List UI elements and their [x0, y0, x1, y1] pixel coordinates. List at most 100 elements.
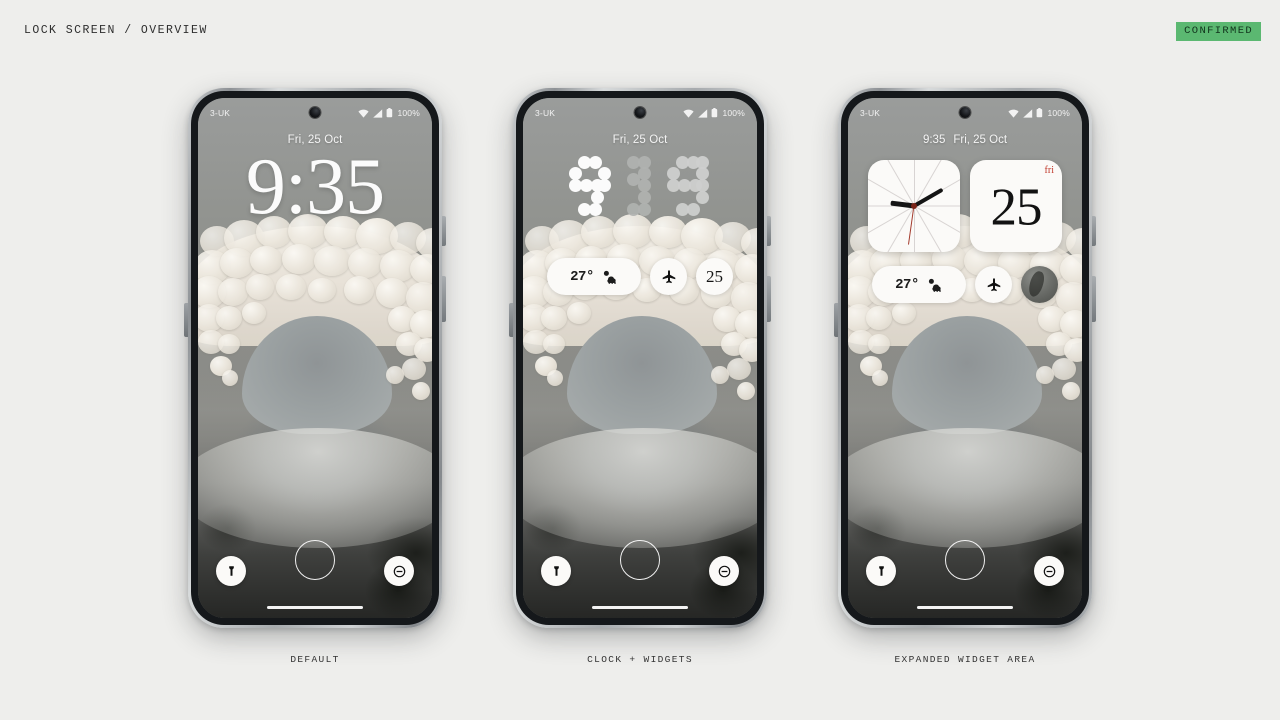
home-indicator[interactable] — [592, 605, 688, 609]
unlock-ring[interactable] — [945, 540, 985, 580]
airplane-mode-widget[interactable] — [975, 266, 1012, 303]
flashlight-button[interactable] — [216, 556, 246, 586]
wifi-icon — [358, 109, 370, 118]
do-not-disturb-icon — [393, 565, 405, 577]
ice-blob — [1062, 382, 1080, 400]
weather-temperature: 27° — [895, 276, 919, 293]
battery-icon — [712, 108, 718, 118]
ice-blob — [376, 278, 408, 308]
ice-blob — [541, 306, 567, 330]
signal-icon — [698, 108, 708, 118]
side-button-left[interactable] — [509, 303, 513, 337]
flashlight-button[interactable] — [541, 556, 571, 586]
unlock-ring[interactable] — [620, 540, 660, 580]
phone-bezel: 3-UK 100% Fri, 25 Oct 9:35 — [191, 91, 439, 625]
ice-blob — [1052, 358, 1076, 380]
airplane-mode-widget[interactable] — [650, 258, 687, 295]
phone-frame: 3-UK 100% Fri, 25 Oct 27° 25 — [509, 88, 771, 628]
widget-row: 27° — [848, 266, 1082, 303]
carrier-label: 3-UK — [860, 108, 881, 118]
lock-bottom-controls — [523, 526, 757, 618]
analog-clock-widget[interactable] — [868, 160, 960, 252]
signal-icon — [373, 108, 383, 118]
carrier-label: 3-UK — [210, 108, 231, 118]
ice-blob — [547, 370, 563, 386]
ice-blob — [308, 278, 336, 302]
ice-blob — [567, 302, 591, 324]
clock-time: 9:35 — [245, 143, 385, 231]
weather-widget[interactable]: 27° — [872, 266, 966, 303]
lock-clock-zone: 9:35 Fri, 25 Oct — [848, 134, 1082, 146]
calendar-weekday: fri — [1044, 165, 1054, 176]
phone-screen[interactable]: 3-UK 100% 9:35 Fri, 25 Oct fri 25 27° — [848, 98, 1082, 618]
status-icons: 100% — [358, 108, 420, 118]
home-indicator[interactable] — [917, 605, 1013, 609]
lock-clock-zone: Fri, 25 Oct 9:35 — [198, 134, 432, 231]
phone-frame: 3-UK 100% Fri, 25 Oct 9:35 — [184, 88, 446, 628]
device-caption: DEFAULT — [290, 654, 340, 665]
ice-blob — [276, 274, 306, 300]
battery-icon — [1037, 108, 1043, 118]
home-indicator[interactable] — [267, 605, 363, 609]
ice-blob — [737, 382, 755, 400]
ice-blob — [402, 358, 426, 380]
widget-row: 27° — [523, 258, 757, 295]
weather-temperature: 27° — [570, 268, 594, 285]
power-button[interactable] — [442, 276, 446, 322]
ice-blob — [314, 246, 350, 276]
front-camera-icon — [634, 107, 646, 118]
photo-widget[interactable] — [1021, 266, 1058, 303]
ice-blob — [222, 370, 238, 386]
dot-digit-minute-ones — [667, 156, 711, 218]
phone-screen[interactable]: 3-UK 100% Fri, 25 Oct 9:35 — [198, 98, 432, 618]
compact-header: 9:35 Fri, 25 Oct — [848, 134, 1082, 146]
front-camera-icon — [959, 107, 971, 118]
ice-blob — [543, 334, 565, 354]
ice-blob — [348, 248, 382, 278]
flashlight-button[interactable] — [866, 556, 896, 586]
ice-blob — [242, 302, 266, 324]
device-stage: 3-UK 100% Fri, 25 Oct 9:35 DEFAULT 3-UK … — [0, 88, 1280, 688]
battery-icon — [387, 108, 393, 118]
airplane-icon — [662, 269, 675, 283]
phone-bezel: 3-UK 100% 9:35 Fri, 25 Oct fri 25 27° — [841, 91, 1089, 625]
ice-blob — [866, 306, 892, 330]
ice-blob — [220, 248, 254, 278]
airplane-icon — [987, 277, 1000, 291]
device-mockup-expanded: 3-UK 100% 9:35 Fri, 25 Oct fri 25 27° EX… — [834, 88, 1096, 688]
device-mockup-default: 3-UK 100% Fri, 25 Oct 9:35 DEFAULT — [184, 88, 446, 688]
ice-blob — [727, 358, 751, 380]
battery-percent: 100% — [722, 108, 745, 118]
power-button[interactable] — [1092, 276, 1096, 322]
sun-cloud-icon — [928, 278, 941, 292]
battery-percent: 100% — [397, 108, 420, 118]
volume-button[interactable] — [767, 216, 771, 246]
signal-icon — [1023, 108, 1033, 118]
volume-button[interactable] — [1092, 216, 1096, 246]
dot-digit-hour — [569, 156, 613, 218]
unlock-ring[interactable] — [295, 540, 335, 580]
status-icons: 100% — [1008, 108, 1070, 118]
volume-button[interactable] — [442, 216, 446, 246]
device-caption: CLOCK + WIDGETS — [587, 654, 693, 665]
device-mockup-clock-widgets: 3-UK 100% Fri, 25 Oct 27° 25 CLOCK + WID… — [509, 88, 771, 688]
do-not-disturb-button[interactable] — [1034, 556, 1064, 586]
flashlight-icon — [228, 565, 234, 576]
do-not-disturb-button[interactable] — [384, 556, 414, 586]
weather-widget[interactable]: 27° — [547, 258, 641, 295]
date-label: Fri, 25 Oct — [612, 134, 668, 146]
calendar-widget[interactable]: fri 25 — [970, 160, 1062, 252]
side-button-left[interactable] — [184, 303, 188, 337]
status-badge: CONFIRMED — [1176, 22, 1261, 41]
ice-blob — [412, 382, 430, 400]
lock-bottom-controls — [848, 526, 1082, 618]
side-button-left[interactable] — [834, 303, 838, 337]
ice-blob — [218, 278, 248, 306]
ice-blob — [218, 334, 240, 354]
calendar-day-widget[interactable]: 25 — [696, 258, 733, 295]
do-not-disturb-button[interactable] — [709, 556, 739, 586]
ice-blob — [282, 244, 316, 274]
do-not-disturb-icon — [1043, 565, 1055, 577]
power-button[interactable] — [767, 276, 771, 322]
phone-screen[interactable]: 3-UK 100% Fri, 25 Oct 27° 25 — [523, 98, 757, 618]
